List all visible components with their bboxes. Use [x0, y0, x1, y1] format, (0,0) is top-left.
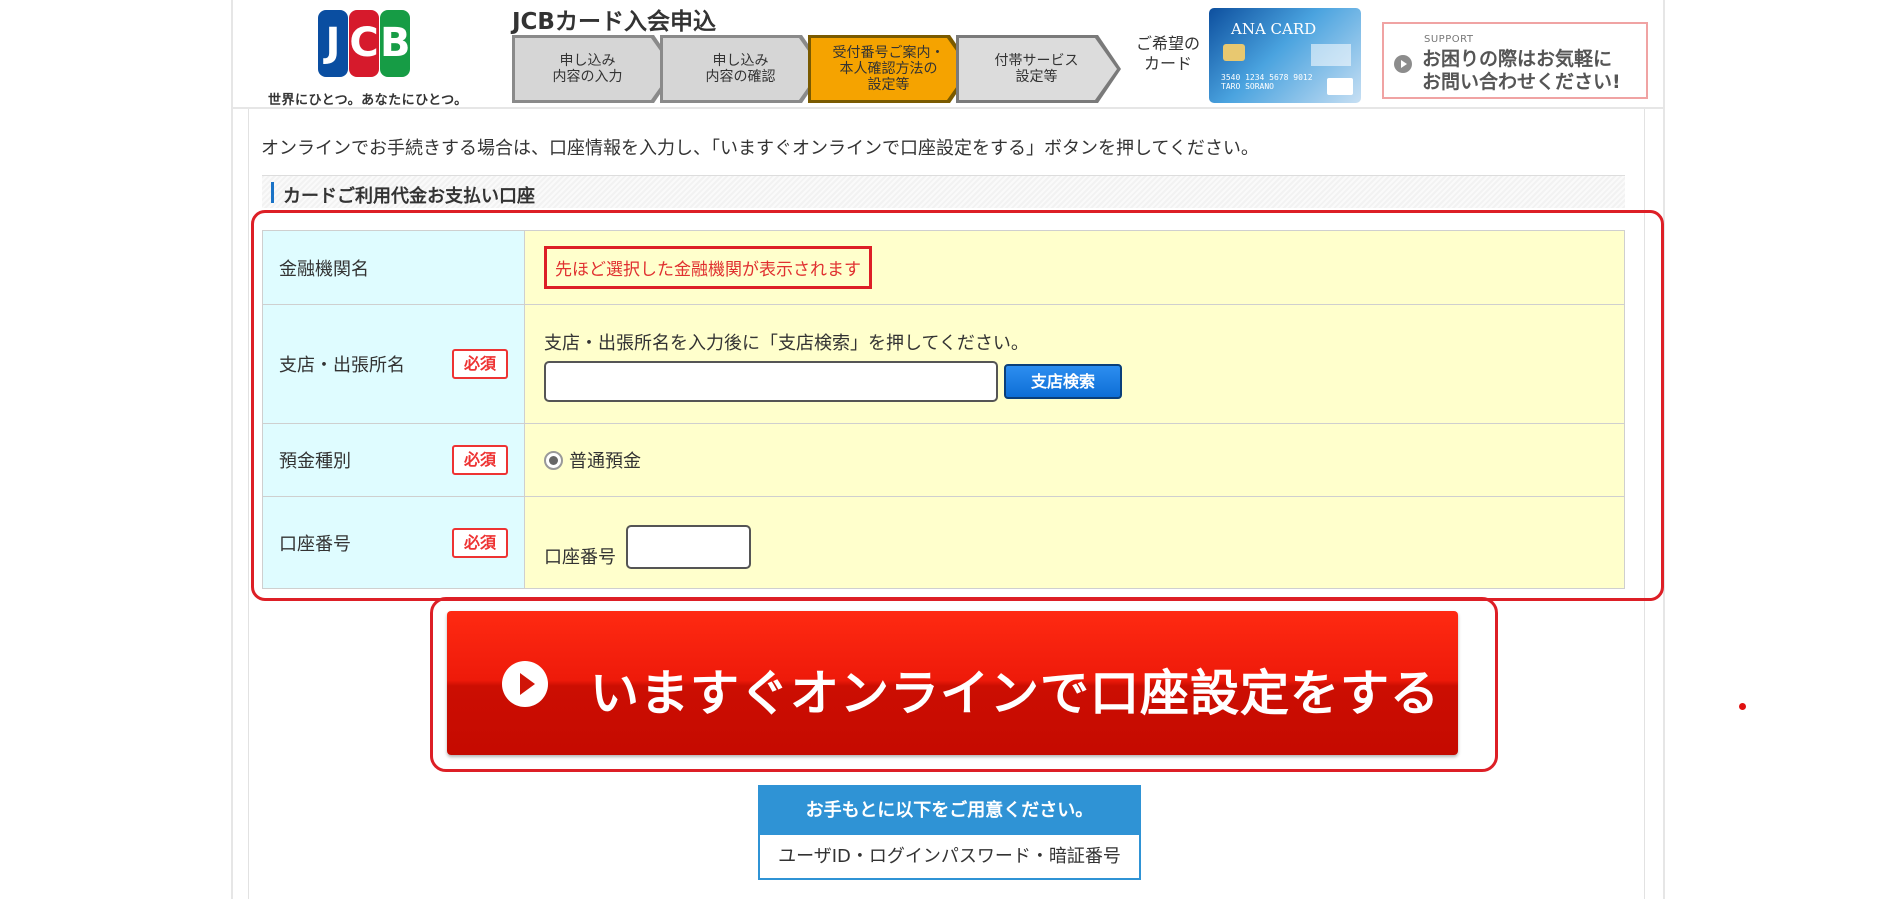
step-label: 申し込み — [559, 53, 616, 69]
online-account-setup-button[interactable]: いますぐオンラインで口座設定をする — [447, 611, 1458, 755]
play-arrow-icon — [1394, 55, 1412, 73]
step-input: 申し込み 内容の入力 — [512, 35, 677, 103]
card-hologram-icon — [1311, 44, 1351, 66]
preparation-heading: お手もとに以下をご用意ください。 — [760, 787, 1139, 835]
card-chip-icon — [1223, 44, 1245, 61]
cursor-dot — [1739, 703, 1746, 710]
card-name: ANA CARD — [1231, 20, 1317, 38]
preparation-items: ユーザID・ログインパスワード・暗証番号 — [778, 846, 1121, 867]
step-label: 設定等 — [1015, 69, 1058, 85]
logo-letter-j: J — [318, 10, 348, 77]
desired-card-label: ご希望の カード — [1128, 34, 1208, 74]
card-jcb-mark-icon — [1327, 78, 1353, 95]
step-label: 付帯サービス — [994, 53, 1079, 69]
card-image: ANA CARD 3540 1234 5678 9012 TARO SORANO — [1209, 8, 1361, 103]
preparation-box: お手もとに以下をご用意ください。 ユーザID・ログインパスワード・暗証番号 — [758, 785, 1141, 880]
logo-letter-c: C — [349, 10, 379, 77]
section-title: カードご利用代金お支払い口座 — [283, 186, 535, 207]
form-highlight-outline — [251, 210, 1664, 601]
card-number: 3540 1234 5678 9012 TARO SORANO — [1221, 73, 1313, 91]
card-holder-text: TARO SORANO — [1221, 82, 1274, 91]
cta-label: いますぐオンラインで口座設定をする — [590, 665, 1441, 722]
page-title: JCBカード入会申込 — [512, 9, 716, 35]
step-receipt-identity: 受付番号ご案内・ 本人確認方法の 設定等 — [808, 35, 973, 103]
step-label: 内容の確認 — [705, 69, 776, 85]
section-header: カードご利用代金お支払い口座 — [262, 175, 1625, 208]
step-confirm: 申し込み 内容の確認 — [660, 35, 825, 103]
section-accent-bar — [271, 182, 274, 203]
support-text-line: お問い合わせください! — [1422, 71, 1621, 93]
brand-tagline: 世界にひとつ。あなたにひとつ。 — [268, 93, 468, 108]
support-banner[interactable]: SUPPORT お困りの際はお気軽に お問い合わせください! — [1382, 22, 1648, 99]
play-circle-icon — [502, 661, 548, 707]
desired-card-label-line: ご希望の — [1135, 34, 1200, 53]
support-text: お困りの際はお気軽に お問い合わせください! — [1422, 48, 1621, 94]
step-label: 本人確認方法の — [839, 61, 938, 77]
intro-text: オンラインでお手続きする場合は、口座情報を入力し、「いますぐオンラインで口座設定… — [261, 138, 1259, 159]
jcb-logo: J C B — [318, 10, 411, 77]
step-label: 申し込み — [712, 53, 769, 69]
desired-card-label-line: カード — [1143, 54, 1192, 73]
card-number-text: 3540 1234 5678 9012 — [1221, 73, 1313, 82]
support-label: SUPPORT — [1424, 34, 1474, 45]
step-label: 内容の入力 — [552, 69, 623, 85]
progress-steps: 申し込み 内容の入力 申し込み 内容の確認 受付番号ご案内・ 本人確認方法の 設… — [512, 35, 1121, 103]
logo-letter-b: B — [380, 10, 411, 77]
step-label: 設定等 — [867, 77, 910, 93]
step-services: 付帯サービス 設定等 — [956, 35, 1121, 103]
step-label: 受付番号ご案内・ — [832, 45, 945, 61]
support-text-line: お困りの際はお気軽に — [1422, 48, 1613, 70]
